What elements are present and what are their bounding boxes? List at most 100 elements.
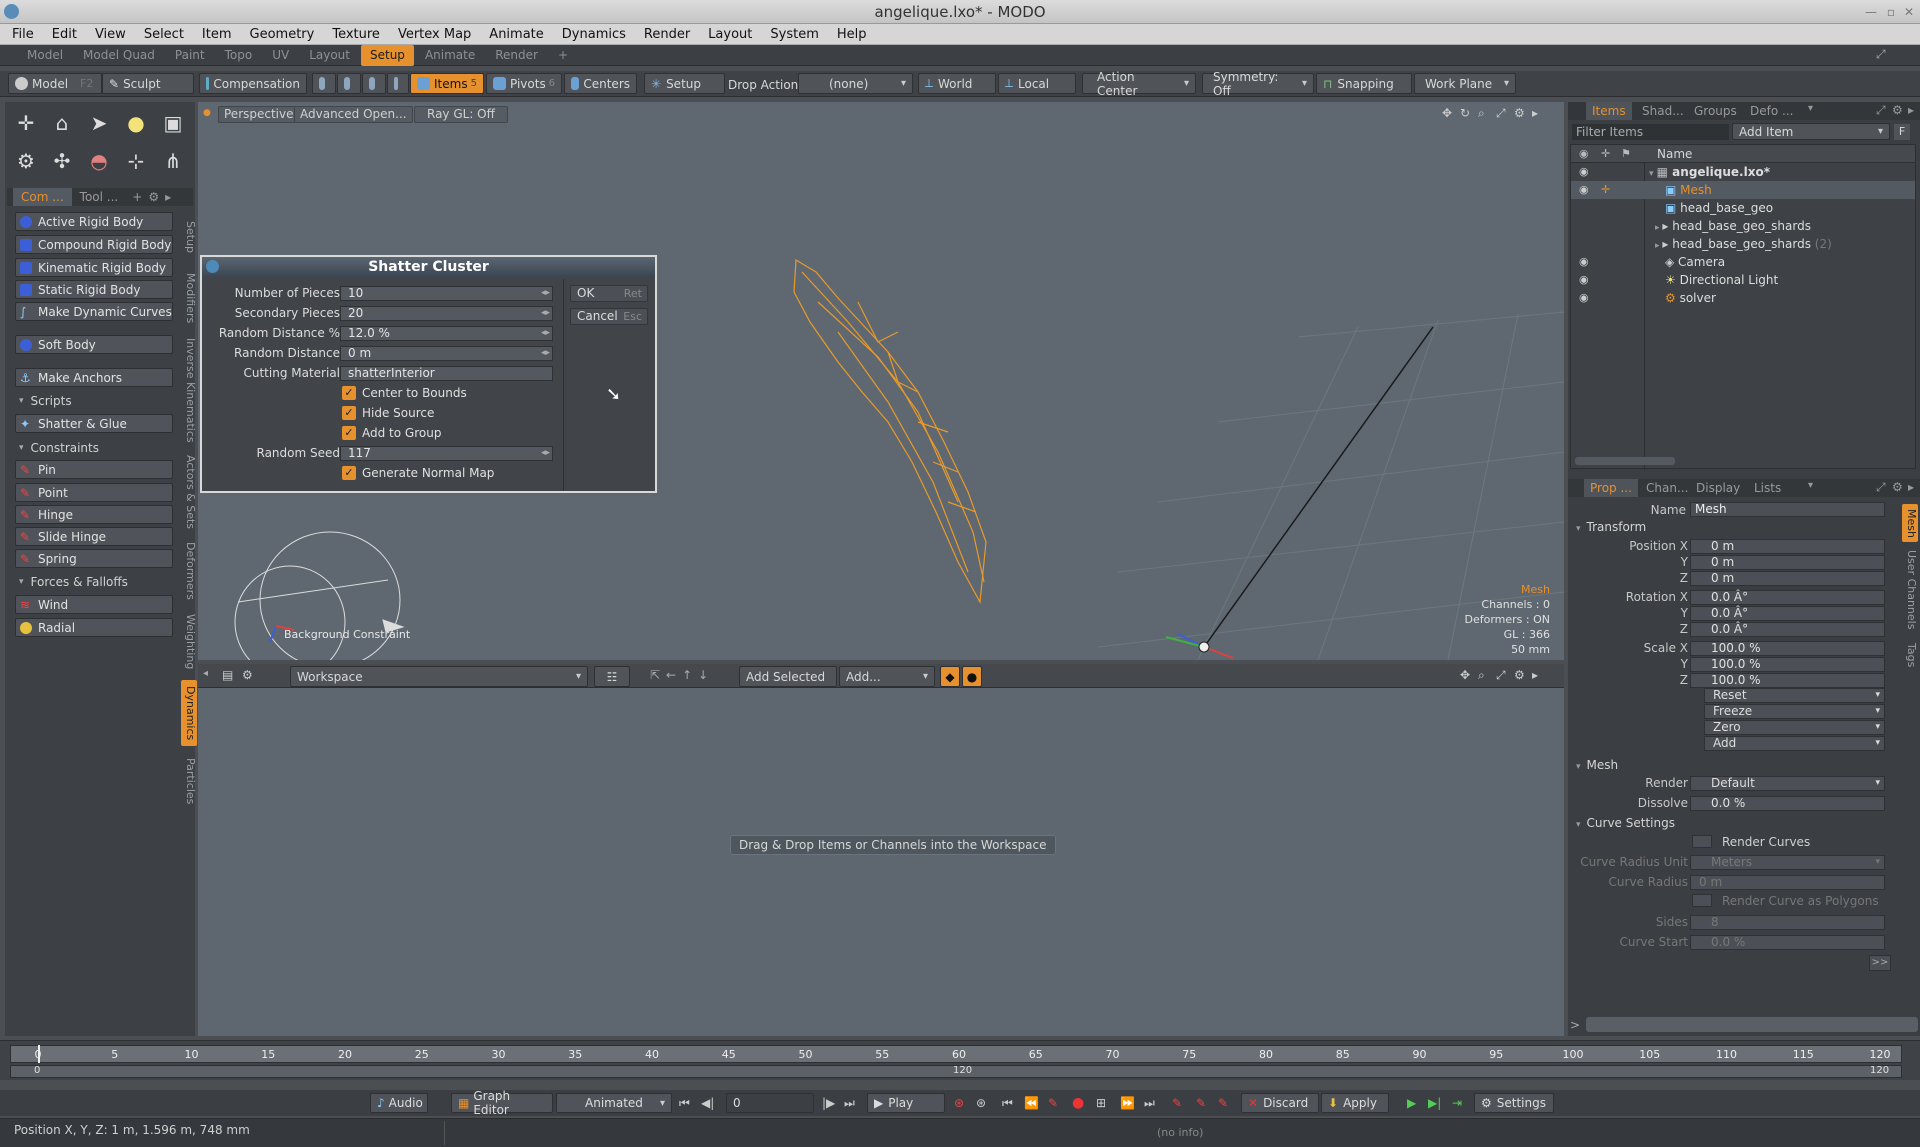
items-panel-menu-icon[interactable]: ▾ xyxy=(1808,103,1813,114)
play-step-icon[interactable]: ▶| xyxy=(1428,1096,1441,1110)
next-frame-icon[interactable]: ⏩ xyxy=(1120,1096,1135,1110)
model-mode-button[interactable]: Model F2 xyxy=(8,73,102,94)
add-node-dropdown[interactable]: Add... xyxy=(839,666,935,687)
position-z-field[interactable]: 0 m xyxy=(1690,571,1885,586)
menu-vertex-map[interactable]: Vertex Map xyxy=(389,24,480,45)
make-dynamic-curves-button[interactable]: ∫ Make Dynamic Curves xyxy=(15,302,173,321)
random-distance-field[interactable]: 0 m xyxy=(340,346,553,361)
layout-grid-button[interactable]: ☷ xyxy=(594,666,630,687)
schematic-settings-icon[interactable]: ⚙ xyxy=(242,668,253,682)
random-seed-field[interactable]: 117 xyxy=(340,446,553,461)
node-nav-icons[interactable]: ⇱←↑↓ xyxy=(650,668,714,682)
set-key-icon[interactable]: ✎ xyxy=(1172,1096,1182,1110)
ws-arrow-icon[interactable]: ▸ xyxy=(1532,668,1538,682)
scale-y-field[interactable]: 100.0 % xyxy=(1690,657,1885,672)
pan-icon[interactable]: ✥ xyxy=(1442,106,1452,120)
perspective-button[interactable]: Perspective xyxy=(218,106,300,123)
scale-z-field[interactable]: 100.0 % xyxy=(1690,673,1885,688)
tab-model-quad[interactable]: Model Quad xyxy=(74,45,164,66)
tab-layout[interactable]: Layout xyxy=(300,45,359,66)
tab-topo[interactable]: Topo xyxy=(216,45,262,66)
mesh-lock-icon[interactable]: ✛ xyxy=(1601,183,1610,196)
tab-paint[interactable]: Paint xyxy=(166,45,214,66)
props-settings-icon[interactable]: ⚙ xyxy=(1892,480,1903,494)
hide-source-checkbox[interactable]: ✓ xyxy=(342,406,356,420)
menu-select[interactable]: Select xyxy=(135,24,193,45)
add-tab-icon[interactable]: + xyxy=(549,45,577,66)
panel-settings-icon[interactable]: ⚙ xyxy=(148,190,159,204)
tree-row-solver[interactable]: ⚙ solver xyxy=(1665,289,1716,307)
ws-settings-icon[interactable]: ⚙ xyxy=(1514,668,1525,682)
playhead[interactable] xyxy=(38,1045,40,1063)
local-button[interactable]: ⟂ Local xyxy=(998,73,1076,94)
menu-dynamics[interactable]: Dynamics xyxy=(553,24,635,45)
filter-toggle-button[interactable]: F xyxy=(1894,124,1910,140)
maximize-icon[interactable]: ▫ xyxy=(1884,5,1898,19)
items-panel-settings-icon[interactable]: ⚙ xyxy=(1892,103,1903,117)
menu-edit[interactable]: Edit xyxy=(43,24,86,45)
light-tool-icon[interactable]: ● xyxy=(119,106,153,140)
tree-row-mesh[interactable]: ▣ Mesh xyxy=(1571,181,1915,199)
prev-frame-icon[interactable]: ⏪ xyxy=(1024,1096,1039,1110)
active-rigid-body-button[interactable]: Active Rigid Body xyxy=(15,212,173,231)
tab-commands[interactable]: Com ... xyxy=(13,188,72,206)
rotation-y-field[interactable]: 0.0 Â° xyxy=(1690,606,1885,621)
tab-display[interactable]: Display xyxy=(1690,479,1746,497)
vtab-modifiers[interactable]: Modifiers xyxy=(181,268,197,328)
next-key-icon[interactable]: |▶ xyxy=(822,1096,835,1110)
ws-pan-icon[interactable]: ✥ xyxy=(1460,668,1470,682)
tree-row-head-base-geo-shards-2[interactable]: ▸ ▸ head_base_geo_shards (2) xyxy=(1655,235,1832,253)
items-mode-button[interactable]: Items 5 xyxy=(410,73,484,94)
point-button[interactable]: ✎ Point xyxy=(15,483,173,502)
vtab-user-channels[interactable]: User Channels xyxy=(1902,548,1918,632)
tree-row-head-base-geo-shards[interactable]: ▸ ▸ head_base_geo_shards xyxy=(1655,217,1811,235)
sculpt-mode-button[interactable]: ✎ Sculpt xyxy=(102,73,194,94)
vtab-particles[interactable]: Particles xyxy=(181,752,197,810)
props-arrow-icon[interactable]: ▸ xyxy=(1908,480,1914,494)
freeze-dropdown[interactable]: Freeze xyxy=(1704,704,1885,719)
menu-help[interactable]: Help xyxy=(828,24,876,45)
key-icon[interactable]: ✎ xyxy=(1048,1096,1058,1110)
zoom-icon[interactable]: ⌕ xyxy=(1478,106,1485,121)
go-to-end-icon[interactable]: ⏭ xyxy=(844,1096,855,1111)
transform-tool-icon[interactable]: ✛ xyxy=(9,106,43,140)
rotation-x-field[interactable]: 0.0 Â° xyxy=(1690,590,1885,605)
vtab-actors-sets[interactable]: Actors & Sets xyxy=(181,452,197,532)
position-x-field[interactable]: 0 m xyxy=(1690,539,1885,554)
drop-action-dropdown[interactable]: (none) xyxy=(798,73,913,94)
position-y-field[interactable]: 0 m xyxy=(1690,555,1885,570)
rotate-icon[interactable]: ↻ xyxy=(1460,106,1470,120)
props-menu-icon[interactable]: ▾ xyxy=(1808,480,1813,491)
schematic-icon[interactable]: ▤ xyxy=(222,668,233,682)
pieces-field[interactable]: 10 xyxy=(340,286,553,301)
action-center-dropdown[interactable]: Action Center xyxy=(1082,70,1196,98)
scale-x-field[interactable]: 100.0 % xyxy=(1690,641,1885,656)
graph-editor-button[interactable]: ▦ Graph Editor xyxy=(451,1089,553,1117)
tab-properties[interactable]: Prop ... xyxy=(1584,479,1638,497)
schematic-workspace[interactable]: Drag & Drop Items or Channels into the W… xyxy=(198,664,1564,1036)
static-rigid-body-button[interactable]: Static Rigid Body xyxy=(15,280,173,299)
world-button[interactable]: ⟂ World xyxy=(918,73,996,94)
pointer-tool-icon[interactable]: ➤ xyxy=(82,106,116,140)
menu-system[interactable]: System xyxy=(761,24,827,45)
prev-key-icon[interactable]: ◀| xyxy=(701,1096,714,1110)
polygons-select-button[interactable] xyxy=(362,73,386,94)
auto-key-icon[interactable]: ⊛ xyxy=(954,1096,964,1110)
soft-body-button[interactable]: Soft Body xyxy=(15,335,173,354)
items-panel-arrow-icon[interactable]: ▸ xyxy=(1908,103,1914,117)
curve-settings-section[interactable]: Curve Settings xyxy=(1576,816,1675,830)
compensation-button[interactable]: Compensation xyxy=(199,73,307,94)
vtab-weighting[interactable]: Weighting xyxy=(181,610,197,674)
key-all-icon[interactable]: ⊞ xyxy=(1096,1096,1106,1110)
add-tab-icon[interactable]: + xyxy=(132,190,142,204)
work-plane-dropdown[interactable]: Work Plane xyxy=(1414,73,1516,94)
spring-button[interactable]: ✎ Spring xyxy=(15,549,173,568)
cutting-material-field[interactable]: shatterInterior xyxy=(340,366,553,381)
record-icon[interactable]: ● xyxy=(1072,1095,1084,1111)
menu-render[interactable]: Render xyxy=(635,24,699,45)
menu-item[interactable]: Item xyxy=(193,24,241,45)
settings-button[interactable]: ⚙ Settings xyxy=(1474,1093,1554,1113)
menu-layout[interactable]: Layout xyxy=(699,24,761,45)
animated-dropdown[interactable]: Animated xyxy=(556,1093,672,1113)
render-poly-checkbox[interactable] xyxy=(1692,894,1712,907)
